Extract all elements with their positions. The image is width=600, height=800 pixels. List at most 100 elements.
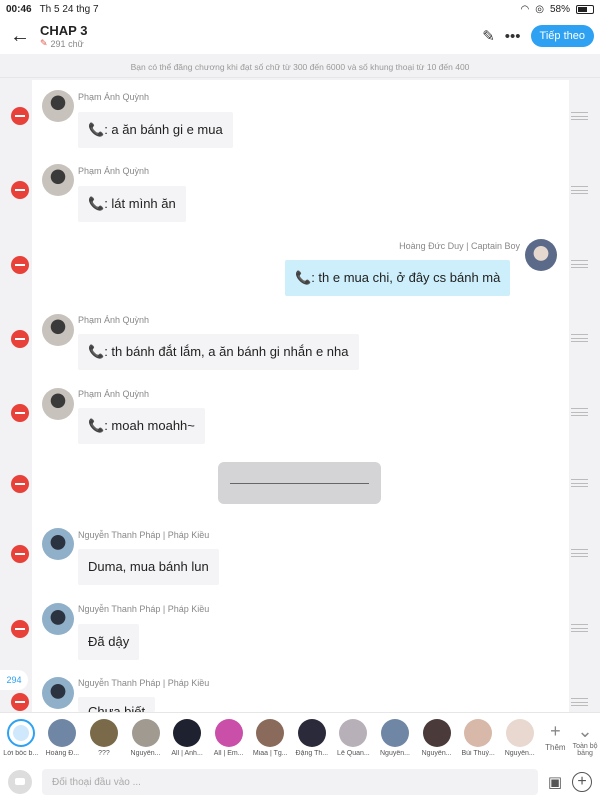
next-button[interactable]: Tiếp theo [530, 25, 594, 47]
add-character-button[interactable]: + Thêm [541, 719, 571, 752]
avatar [42, 603, 74, 635]
drag-handle-icon[interactable] [571, 260, 588, 268]
status-date: Th 5 24 thg 7 [39, 3, 99, 15]
phone-icon: 📞 [88, 344, 105, 359]
drag-handle-icon[interactable] [571, 624, 588, 632]
phone-icon: 📞 [88, 122, 105, 137]
character-item[interactable]: Nguyễn... [125, 719, 167, 757]
pencil-small-icon: ✎ [40, 38, 48, 48]
drag-handle-icon[interactable] [571, 408, 588, 416]
phone-icon: 📞 [88, 196, 105, 211]
character-bar: Lời bốc b... Hoàng Đ... ??? Nguyễn... Al… [0, 712, 600, 764]
scene-divider[interactable] [218, 462, 381, 504]
drag-handle-icon[interactable] [571, 698, 588, 706]
chapter-title: CHAP 3 [40, 23, 88, 38]
speaker-name: Nguyễn Thanh Pháp | Pháp Kiều [78, 678, 210, 688]
message-type-button[interactable] [8, 770, 32, 794]
avatar [505, 719, 534, 747]
message-bubble[interactable]: Chưa biết [78, 697, 156, 712]
avatar [48, 719, 77, 747]
avatar [464, 719, 493, 747]
delete-message-button[interactable] [11, 256, 29, 274]
chevron-down-icon: ⌄ [577, 721, 593, 741]
battery-percent: 58% [549, 3, 570, 15]
delete-message-button[interactable] [11, 330, 29, 348]
avatar [525, 239, 557, 271]
battery-icon [576, 4, 594, 14]
narrator-icon [6, 719, 35, 747]
character-item[interactable]: All | Em... [208, 719, 250, 757]
character-item[interactable]: Nguyễn... [374, 719, 416, 757]
speaker-name: Hoàng Đức Duy | Captain Boy [399, 241, 520, 251]
character-narrator[interactable]: Lời bốc b... [0, 719, 42, 757]
avatar [89, 719, 118, 747]
message-bubble[interactable]: 📞: lát mình ăn [78, 186, 186, 222]
character-item[interactable]: Nguyễn... [499, 719, 541, 757]
speaker-name: Phạm Ánh Quỳnh [78, 315, 150, 325]
avatar [380, 719, 409, 747]
drag-handle-icon[interactable] [571, 479, 588, 487]
drag-handle-icon[interactable] [571, 549, 588, 557]
delete-message-button[interactable] [11, 404, 29, 422]
plus-icon[interactable]: + [572, 772, 592, 792]
character-item[interactable]: All | Anh... [166, 719, 208, 757]
speaker-name: Phạm Ánh Quỳnh [78, 389, 150, 399]
speaker-name: Phạm Ánh Quỳnh [78, 92, 150, 102]
avatar [42, 388, 74, 420]
character-item[interactable]: Miaa | Tg... [249, 719, 291, 757]
frame-count-badge[interactable]: 294 [0, 670, 28, 690]
header: ← CHAP 3 ✎ 291 chữ ✎ ••• Tiếp theo [0, 18, 600, 54]
back-arrow-icon[interactable]: ← [0, 18, 40, 54]
delete-message-button[interactable] [11, 107, 29, 125]
speaker-name: Nguyễn Thanh Pháp | Pháp Kiều [78, 604, 210, 614]
delete-message-button[interactable] [11, 693, 29, 711]
drag-handle-icon[interactable] [571, 186, 588, 194]
avatar [339, 719, 368, 747]
avatar [173, 719, 202, 747]
expand-characters-button[interactable]: ⌄ Toàn bộ bảng [570, 719, 600, 757]
message-bubble[interactable]: 📞: moah moahh~ [78, 408, 205, 444]
avatar [131, 719, 160, 747]
message-bubble[interactable]: 📞: a ăn bánh gi e mua [78, 112, 233, 148]
character-item[interactable]: ??? [83, 719, 125, 757]
word-count: 291 chữ [50, 38, 84, 49]
delete-message-button[interactable] [11, 620, 29, 638]
delete-message-button[interactable] [11, 545, 29, 563]
plus-icon: + [550, 721, 561, 741]
message-bubble[interactable]: Duma, mua bánh lun [78, 549, 219, 585]
character-item[interactable]: Đặng Th... [291, 719, 333, 757]
phone-icon: 📞 [88, 418, 105, 433]
speaker-name: Phạm Ánh Quỳnh [78, 166, 150, 176]
posting-notice: Bạn có thể đăng chương khi đạt số chữ từ… [0, 56, 600, 78]
avatar [42, 528, 74, 560]
delete-message-button[interactable] [11, 181, 29, 199]
more-icon[interactable]: ••• [505, 28, 521, 45]
orientation-lock-icon: ◎ [535, 3, 544, 15]
phone-icon: 📞 [295, 270, 312, 285]
character-item[interactable]: Hoàng Đ... [42, 719, 84, 757]
wifi-icon: ◠ [520, 3, 530, 15]
avatar [42, 90, 74, 122]
character-item[interactable]: Bùi Thuỳ... [457, 719, 499, 757]
status-time: 00:46 [6, 3, 32, 15]
avatar [297, 719, 326, 747]
drag-handle-icon[interactable] [571, 112, 588, 120]
character-item[interactable]: Nguyễn... [416, 719, 458, 757]
message-bubble[interactable]: 📞: th e mua chi, ở đây cs bánh mà [285, 260, 511, 296]
message-bubble[interactable]: 📞: th bánh đắt lắm, a ăn bánh gi nhắn e … [78, 334, 359, 370]
status-bar: 00:46 Th 5 24 thg 7 ◠ ◎ 58% [0, 0, 600, 18]
image-icon[interactable]: ▣ [548, 773, 562, 791]
dialogue-input[interactable]: Đối thoại đầu vào ... [42, 769, 538, 795]
message-bubble[interactable]: Đã dậy [78, 624, 140, 660]
avatar [42, 164, 74, 196]
speaker-name: Nguyễn Thanh Pháp | Pháp Kiều [78, 530, 210, 540]
pencil-icon[interactable]: ✎ [482, 27, 495, 45]
drag-handle-icon[interactable] [571, 334, 588, 342]
avatar [214, 719, 243, 747]
avatar [256, 719, 285, 747]
delete-message-button[interactable] [11, 475, 29, 493]
avatar [422, 719, 451, 747]
avatar [42, 677, 74, 709]
character-item[interactable]: Lê Quan... [333, 719, 375, 757]
input-bar: Đối thoại đầu vào ... ▣ + [0, 764, 600, 800]
